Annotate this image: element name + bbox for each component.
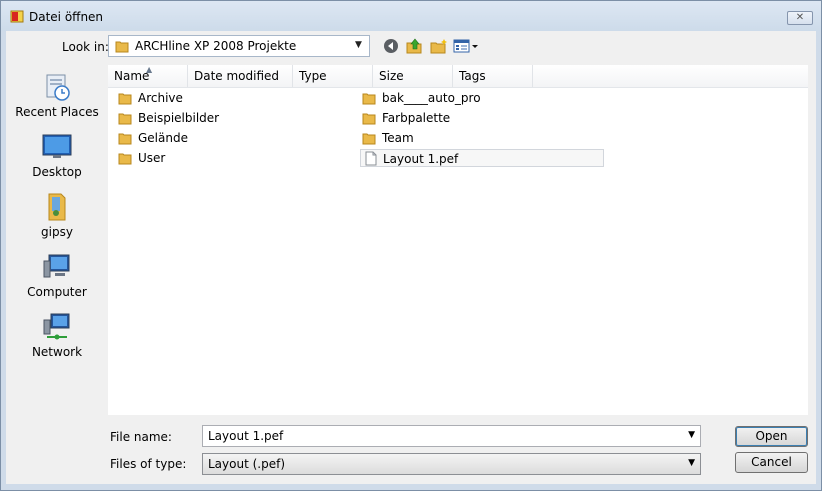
place-desktop[interactable]: Desktop xyxy=(6,131,108,179)
place-recent-places[interactable]: Recent Places xyxy=(6,71,108,119)
list-item[interactable]: Beispielbilder xyxy=(118,109,318,127)
file-name-input[interactable]: Layout 1.pef ▼ xyxy=(202,425,701,447)
user-folder-icon xyxy=(48,193,66,221)
desktop-icon xyxy=(42,134,72,158)
column-tags[interactable]: Tags xyxy=(453,65,533,87)
chevron-down-icon[interactable]: ▼ xyxy=(688,458,695,468)
column-header-row: Name ▲ Date modified Type Size Tags xyxy=(108,65,808,88)
close-icon: ✕ xyxy=(795,12,805,23)
sort-ascending-icon: ▲ xyxy=(146,65,153,74)
list-item-selected[interactable]: Layout 1.pef xyxy=(360,149,604,167)
folder-icon xyxy=(118,133,132,145)
places-bar: Recent Places Desktop gipsy Computer Net… xyxy=(6,65,108,415)
look-in-value: ARCHline XP 2008 Projekte xyxy=(135,39,297,53)
look-in-dropdown[interactable]: ARCHline XP 2008 Projekte ▼ xyxy=(108,35,370,57)
place-label: Computer xyxy=(27,285,87,299)
open-file-dialog: Datei öffnen ✕ Look in: ARCHline XP 2008… xyxy=(0,0,822,491)
list-item[interactable]: bak____auto_pro xyxy=(362,89,602,107)
new-folder-icon[interactable] xyxy=(430,38,448,54)
file-type-select[interactable]: Layout (.pef) ▼ xyxy=(202,453,701,475)
column-type[interactable]: Type xyxy=(293,65,373,87)
window-title: Datei öffnen xyxy=(29,10,104,24)
place-label: Network xyxy=(31,345,83,359)
close-button[interactable]: ✕ xyxy=(787,11,813,25)
list-item[interactable]: Gelände xyxy=(118,129,318,147)
place-gipsy[interactable]: gipsy xyxy=(6,191,108,239)
file-type-label: Files of type: xyxy=(110,457,187,471)
file-type-value: Layout (.pef) xyxy=(208,457,286,471)
up-folder-icon[interactable] xyxy=(406,38,424,54)
folder-icon xyxy=(118,93,132,105)
cancel-button[interactable]: Cancel xyxy=(735,452,808,473)
recent-places-icon xyxy=(46,74,70,101)
place-label: gipsy xyxy=(41,225,73,239)
folder-icon xyxy=(362,113,376,125)
document-icon xyxy=(365,151,377,166)
look-in-label: Look in: xyxy=(62,40,109,54)
folder-icon xyxy=(362,133,376,145)
folder-icon xyxy=(115,41,129,53)
place-label: Recent Places xyxy=(15,105,99,119)
list-item[interactable]: User xyxy=(118,149,318,167)
open-button[interactable]: Open xyxy=(735,426,808,447)
list-item[interactable]: Team xyxy=(362,129,602,147)
place-network[interactable]: Network xyxy=(6,311,108,359)
view-menu-icon[interactable] xyxy=(453,38,479,54)
back-icon[interactable] xyxy=(383,38,401,54)
column-name[interactable]: Name ▲ xyxy=(108,65,188,87)
place-computer[interactable]: Computer xyxy=(6,251,108,299)
place-label: Desktop xyxy=(32,165,82,179)
chevron-down-icon[interactable]: ▼ xyxy=(355,40,362,50)
file-list[interactable]: Name ▲ Date modified Type Size Tags Arch… xyxy=(108,65,808,415)
column-date-modified[interactable]: Date modified xyxy=(188,65,293,87)
folder-icon xyxy=(118,153,132,165)
file-name-label: File name: xyxy=(110,430,172,444)
chevron-down-icon[interactable]: ▼ xyxy=(688,430,695,440)
list-item[interactable]: Archive xyxy=(118,89,318,107)
network-icon xyxy=(43,313,70,340)
file-name-value: Layout 1.pef xyxy=(208,429,284,443)
folder-icon xyxy=(362,93,376,105)
list-item[interactable]: Farbpalette xyxy=(362,109,602,127)
computer-icon xyxy=(43,254,70,278)
dialog-body: Look in: ARCHline XP 2008 Projekte ▼ Rec… xyxy=(6,31,816,484)
folder-icon xyxy=(118,113,132,125)
app-icon xyxy=(10,10,24,23)
column-size[interactable]: Size xyxy=(373,65,453,87)
title-bar[interactable]: Datei öffnen ✕ xyxy=(1,1,821,31)
